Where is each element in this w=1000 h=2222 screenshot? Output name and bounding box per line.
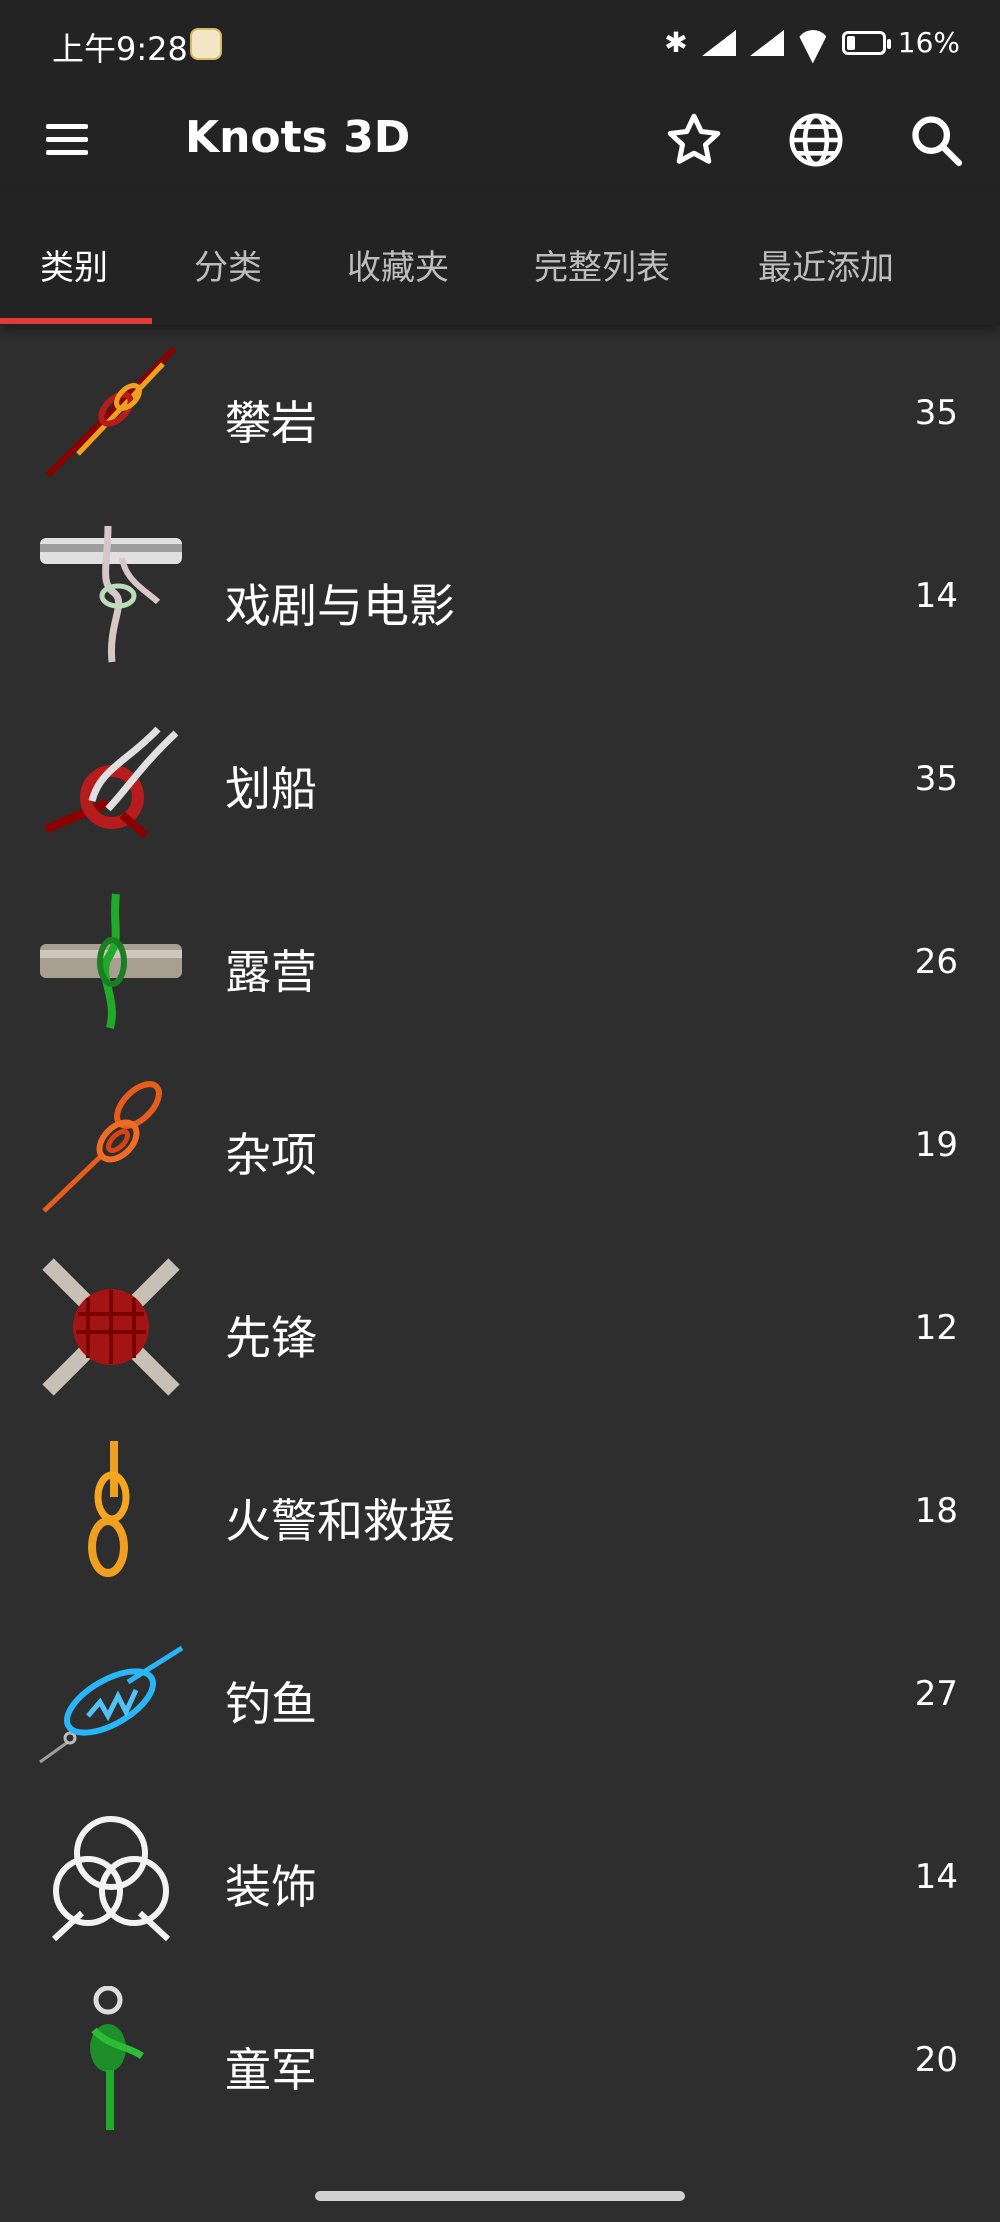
- misc-knot-icon: [42, 1081, 162, 1213]
- app-bar: Knots 3D: [0, 90, 1000, 190]
- notification-app-icon: [190, 28, 222, 60]
- category-label: 装饰: [225, 1860, 317, 1914]
- category-count: 18: [914, 1491, 958, 1531]
- tab-full-list[interactable]: 完整列表: [534, 240, 670, 289]
- category-count: 35: [914, 759, 958, 799]
- menu-icon[interactable]: [42, 118, 92, 162]
- search-icon[interactable]: [904, 108, 968, 172]
- category-label: 攀岩: [225, 396, 317, 450]
- tab-classification[interactable]: 分类: [194, 240, 262, 289]
- signal-icon: [700, 29, 736, 56]
- list-item[interactable]: 划船 35: [0, 691, 1000, 874]
- theatre-knot-icon: [40, 525, 182, 663]
- tab-favorites[interactable]: 收藏夹: [347, 240, 449, 289]
- battery-percent: 16%: [897, 26, 960, 59]
- active-tab-indicator: [0, 318, 152, 324]
- globe-icon[interactable]: [784, 108, 848, 172]
- category-label: 钓鱼: [225, 1677, 317, 1731]
- status-time: 上午9:28: [52, 30, 188, 68]
- category-count: 19: [914, 1125, 958, 1165]
- list-item[interactable]: 攀岩 35: [0, 325, 1000, 508]
- wifi-icon: [796, 30, 830, 56]
- list-item[interactable]: 戏剧与电影 14: [0, 508, 1000, 691]
- category-label: 先锋: [225, 1311, 317, 1365]
- list-item[interactable]: 装饰 14: [0, 1789, 1000, 1972]
- category-count: 26: [914, 942, 958, 982]
- scouting-knot-icon: [90, 1986, 145, 2130]
- pioneering-knot-icon: [42, 1258, 180, 1396]
- list-item[interactable]: 先锋 12: [0, 1240, 1000, 1423]
- tab-bar: 类别 分类 收藏夹 完整列表 最近添加: [0, 190, 1000, 325]
- category-count: 12: [914, 1308, 958, 1348]
- category-list: 攀岩 35 戏剧与电影 14 划船 35 露营 26 杂项 19 先锋 12 火…: [0, 325, 1000, 2155]
- list-item[interactable]: 童军 20: [0, 1972, 1000, 2155]
- category-label: 杂项: [225, 1128, 317, 1182]
- fire-rescue-knot-icon: [88, 1441, 130, 1577]
- list-item[interactable]: 钓鱼 27: [0, 1606, 1000, 1789]
- list-item[interactable]: 杂项 19: [0, 1057, 1000, 1240]
- category-count: 35: [914, 393, 958, 433]
- list-item[interactable]: 露营 26: [0, 874, 1000, 1057]
- signal-icon-2: [748, 29, 784, 56]
- decorative-knot-icon: [51, 1816, 171, 1942]
- battery-icon: [841, 30, 891, 55]
- category-label: 划船: [225, 762, 317, 816]
- category-label: 火警和救援: [225, 1494, 455, 1548]
- star-icon[interactable]: [662, 108, 726, 172]
- category-count: 14: [914, 576, 958, 616]
- category-label: 戏剧与电影: [225, 579, 455, 633]
- category-count: 27: [914, 1674, 958, 1714]
- fishing-knot-icon: [39, 1645, 184, 1764]
- status-bar: 上午9:28 ✱ 16%: [0, 0, 1000, 90]
- climbing-knot-icon: [45, 346, 177, 478]
- status-icons: ✱ 16%: [664, 26, 960, 59]
- list-item[interactable]: 火警和救援 18: [0, 1423, 1000, 1606]
- boating-knot-icon: [44, 726, 179, 839]
- category-count: 14: [914, 1857, 958, 1897]
- gesture-nav-handle[interactable]: [315, 2191, 685, 2201]
- app-title: Knots 3D: [185, 112, 411, 163]
- category-count: 20: [914, 2040, 958, 2080]
- category-label: 童军: [225, 2043, 317, 2097]
- bluetooth-icon: ✱: [664, 26, 688, 59]
- camping-knot-icon: [40, 893, 182, 1030]
- tab-recently-added[interactable]: 最近添加: [758, 240, 894, 289]
- tab-categories[interactable]: 类别: [40, 240, 108, 289]
- category-label: 露营: [225, 945, 317, 999]
